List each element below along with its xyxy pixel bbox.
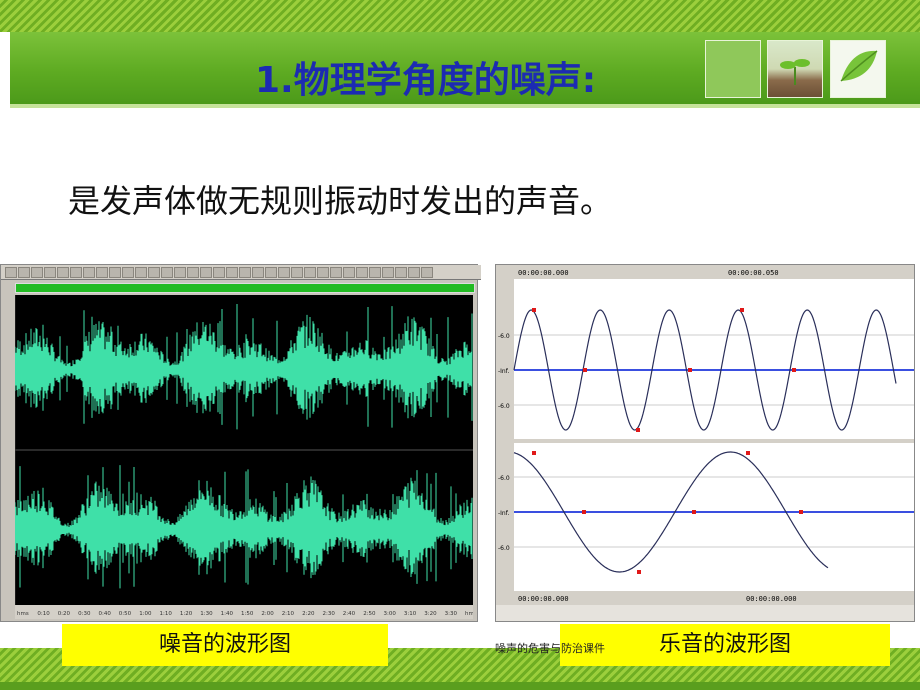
- timeline-tick-label: 1:50: [241, 611, 254, 617]
- timeline-tick-label: 2:10: [282, 611, 295, 617]
- y-label-bottom-3: -6.0: [498, 545, 510, 552]
- slide-title: 1.物理学角度的噪声:: [255, 60, 597, 101]
- toolbar-button[interactable]: [343, 266, 355, 278]
- timeline-tick-label: 2:30: [323, 611, 336, 617]
- toolbar-button[interactable]: [31, 266, 43, 278]
- toolbar-button[interactable]: [200, 266, 212, 278]
- y-label-bottom-2: -Inf.: [498, 510, 509, 517]
- toolbar-button[interactable]: [83, 266, 95, 278]
- toolbar-button[interactable]: [265, 266, 277, 278]
- noise-channel-right: [15, 465, 473, 589]
- tone-waveform-canvas: 00:00:00.000 00:00:00.050 00:00:00.000 0…: [496, 265, 914, 621]
- timeline-tick-label: 0:20: [58, 611, 71, 617]
- waveform-marker: [688, 368, 692, 372]
- toolbar-button[interactable]: [317, 266, 329, 278]
- toolbar-button[interactable]: [70, 266, 82, 278]
- footer-bar: [0, 682, 920, 690]
- timeline-tick-label: 0:30: [78, 611, 91, 617]
- toolbar-button[interactable]: [252, 266, 264, 278]
- timeline-tick-label: 0:50: [119, 611, 132, 617]
- toolbar-button[interactable]: [369, 266, 381, 278]
- timeline-tick-label: 1:10: [160, 611, 173, 617]
- noise-waveform-screenshot: hms 0:10 0:20 0:30 0:40 0:50 1:00 1:10 1:20 1:30 1…: [0, 264, 481, 622]
- toolbar-button[interactable]: [187, 266, 199, 278]
- toolbar-button[interactable]: [109, 266, 121, 278]
- timeline-tick-label: 3:10: [404, 611, 417, 617]
- bottom-time-mid: 00:00:00.000: [746, 595, 797, 603]
- waveform-marker: [582, 510, 586, 514]
- toolbar-button[interactable]: [239, 266, 251, 278]
- toolbar-button[interactable]: [330, 266, 342, 278]
- slide-subtitle: 是发声体做无规则振动时发出的声音。: [68, 182, 613, 220]
- timeline-tick-label: 1:40: [221, 611, 234, 617]
- toolbar-button[interactable]: [278, 266, 290, 278]
- timeline-tick-label: 3:30: [445, 611, 458, 617]
- horizontal-scrollbar[interactable]: [15, 283, 475, 293]
- timeline-tick-label: 1:20: [180, 611, 193, 617]
- top-decorative-stripe: [0, 0, 920, 32]
- timeline-tick-label: 0:10: [37, 611, 50, 617]
- y-label-top-1: -6.0: [498, 333, 510, 340]
- toolbar-button[interactable]: [148, 266, 160, 278]
- toolbar-button[interactable]: [57, 266, 69, 278]
- timeline-tick-label: 1:30: [200, 611, 213, 617]
- toolbar-button[interactable]: [122, 266, 134, 278]
- footer-text: 噪声的危害与防治课件: [495, 642, 605, 655]
- decor-thumbnail-plain: [705, 40, 761, 98]
- toolbar-button[interactable]: [5, 266, 17, 278]
- top-time-start: 00:00:00.000: [518, 269, 569, 277]
- timeline-tick-label: 2:50: [363, 611, 376, 617]
- timeline-tick-label: 3:20: [424, 611, 437, 617]
- noise-channel-left: [15, 304, 473, 430]
- y-label-top-2: -Inf.: [498, 368, 509, 375]
- waveform-marker: [740, 308, 744, 312]
- timeline-tick-label: 0:40: [99, 611, 112, 617]
- timeline-tick-label: 2:20: [302, 611, 315, 617]
- waveform-marker: [746, 451, 750, 455]
- timeline-tick-label: 2:40: [343, 611, 356, 617]
- waveform-marker: [692, 510, 696, 514]
- tone-waveform-screenshot: 00:00:00.000 00:00:00.050 00:00:00.000 0…: [495, 264, 915, 622]
- waveform-marker: [532, 451, 536, 455]
- toolbar-button[interactable]: [382, 266, 394, 278]
- waveform-marker: [583, 368, 587, 372]
- timeline-tick-label: 3:00: [384, 611, 397, 617]
- decor-thumbnail-leaf: [830, 40, 886, 98]
- editor-toolbar: [1, 265, 481, 280]
- waveform-marker: [792, 368, 796, 372]
- timeline-tick-label: 2:00: [261, 611, 274, 617]
- y-label-bottom-1: -6.0: [498, 475, 510, 482]
- toolbar-button[interactable]: [291, 266, 303, 278]
- toolbar-button[interactable]: [18, 266, 30, 278]
- noise-waveform-canvas: [15, 295, 473, 605]
- waveform-marker: [636, 428, 640, 432]
- decor-thumbnail-sprout: [767, 40, 823, 98]
- timeline-tick-label: hms: [17, 611, 29, 617]
- toolbar-button[interactable]: [174, 266, 186, 278]
- y-label-top-3: -6.0: [498, 403, 510, 410]
- tone-caption: 乐音的波形图: [560, 624, 890, 666]
- toolbar-button[interactable]: [408, 266, 420, 278]
- toolbar-button[interactable]: [135, 266, 147, 278]
- noise-caption: 噪音的波形图: [62, 624, 388, 666]
- top-time-mid: 00:00:00.050: [728, 269, 779, 277]
- waveform-marker: [532, 308, 536, 312]
- toolbar-button[interactable]: [421, 266, 433, 278]
- toolbar-button[interactable]: [226, 266, 238, 278]
- toolbar-button[interactable]: [304, 266, 316, 278]
- bottom-time-start: 00:00:00.000: [518, 595, 569, 603]
- timeline-ruler: hms 0:10 0:20 0:30 0:40 0:50 1:00 1:10 1:20 1:30 1…: [15, 605, 473, 619]
- waveform-marker: [799, 510, 803, 514]
- toolbar-button[interactable]: [161, 266, 173, 278]
- timeline-tick-label: hms: [465, 611, 473, 617]
- toolbar-button[interactable]: [356, 266, 368, 278]
- toolbar-button[interactable]: [213, 266, 225, 278]
- timeline-tick-label: 1:00: [139, 611, 152, 617]
- toolbar-button[interactable]: [44, 266, 56, 278]
- waveform-marker: [637, 570, 641, 574]
- toolbar-button[interactable]: [96, 266, 108, 278]
- toolbar-button[interactable]: [395, 266, 407, 278]
